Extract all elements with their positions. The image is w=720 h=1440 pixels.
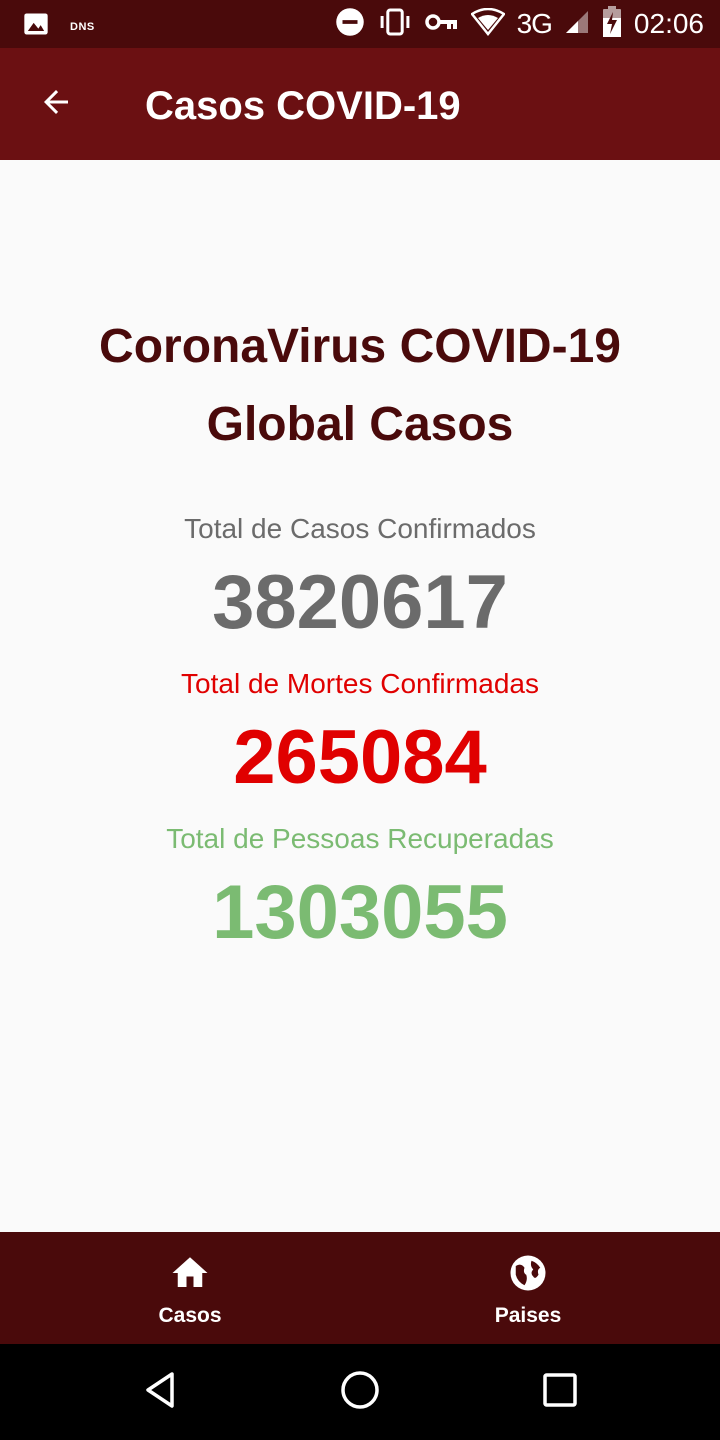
do-not-disturb-icon <box>335 7 365 42</box>
image-icon <box>22 10 50 43</box>
clock: 02:06 <box>633 8 704 39</box>
headline-line-2: Global Casos <box>206 398 514 451</box>
main-content: CoronaVirus COVID-19 Global Casos Total … <box>0 160 720 1232</box>
system-navigation-bar <box>0 1344 720 1440</box>
confirmed-deaths-value: 265084 <box>233 715 487 800</box>
confirmed-deaths-label: Total de Mortes Confirmadas <box>181 668 539 699</box>
dns-label: DNS <box>70 20 95 33</box>
wifi-icon <box>469 7 506 41</box>
vpn-key-icon <box>424 11 459 38</box>
circle-home-icon <box>340 1370 380 1415</box>
bottom-navigation: Casos Paises <box>0 1232 720 1344</box>
status-bar-left: DNS <box>22 10 95 43</box>
globe-icon <box>507 1252 549 1294</box>
nav-label-casos: Casos <box>158 1304 222 1327</box>
signal-icon <box>564 9 590 40</box>
battery-charging-icon <box>602 5 622 43</box>
nav-label-paises: Paises <box>494 1304 562 1327</box>
network-type: 3G <box>516 8 553 39</box>
nav-item-paises[interactable]: Paises <box>360 1232 720 1344</box>
arrow-back-icon <box>38 84 74 125</box>
home-icon <box>169 1252 211 1294</box>
nav-item-casos[interactable]: Casos <box>0 1232 360 1344</box>
page-title: Casos COVID-19 <box>145 84 461 128</box>
app-bar: Casos COVID-19 <box>0 48 720 160</box>
square-recents-icon <box>542 1372 578 1413</box>
triangle-back-icon <box>140 1370 180 1415</box>
system-recents-button[interactable] <box>534 1366 586 1418</box>
confirmed-cases-value: 3820617 <box>212 560 508 645</box>
vibrate-icon <box>377 7 413 42</box>
status-bar: DNS 3G 02:06 <box>0 0 720 48</box>
system-home-button[interactable] <box>334 1366 386 1418</box>
system-back-button[interactable] <box>134 1366 186 1418</box>
recovered-value: 1303055 <box>212 870 508 955</box>
headline-line-1: CoronaVirus COVID-19 <box>99 320 621 373</box>
back-button[interactable] <box>28 76 84 132</box>
headline: CoronaVirus COVID-19 Global Casos <box>0 308 720 464</box>
recovered-label: Total de Pessoas Recuperadas <box>166 823 554 854</box>
status-bar-right: 3G 02:06 <box>335 5 704 43</box>
confirmed-cases-label: Total de Casos Confirmados <box>184 513 536 544</box>
